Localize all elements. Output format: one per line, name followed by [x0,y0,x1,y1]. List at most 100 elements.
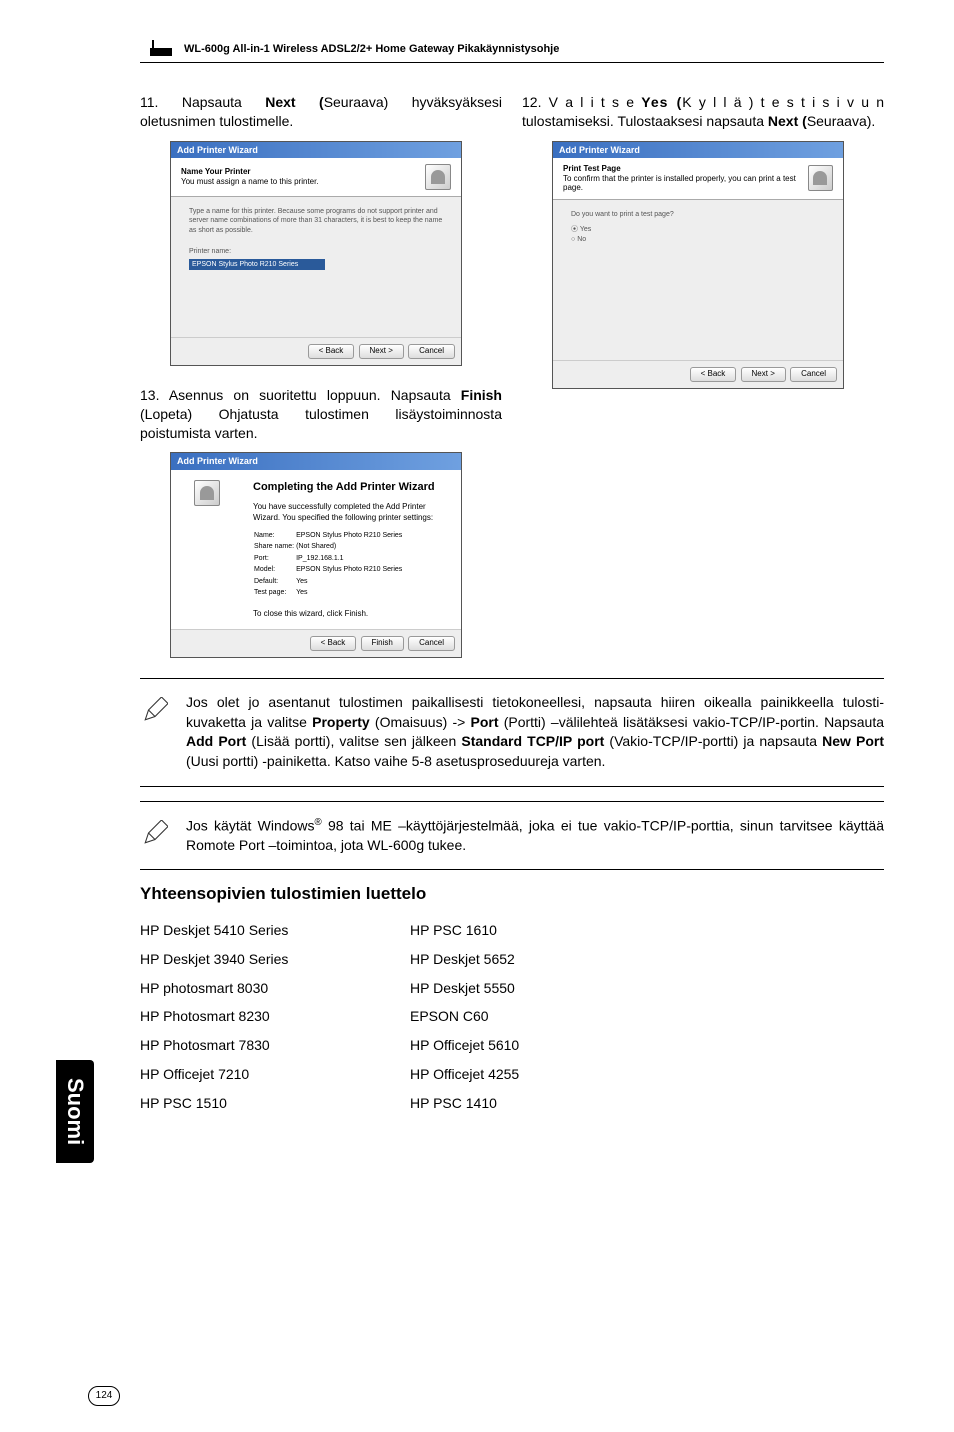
wizard-header-text: Name Your Printer You must assign a name… [181,167,319,186]
printer-name-input[interactable]: EPSON Stylus Photo R210 Series [189,259,325,270]
wizard-buttons: < Back Next > Cancel [171,337,461,365]
wizard-completion-body: Completing the Add Printer Wizard You ha… [171,470,461,630]
text: Name Your Printer [181,167,251,176]
wizard-buttons: < Back Next > Cancel [553,360,843,388]
value: EPSON Stylus Photo R210 Series [295,564,403,575]
cancel-button[interactable]: Cancel [790,367,837,382]
printer-icon [425,164,451,190]
text: You have successfully completed the Add … [253,502,451,524]
wizard-main-panel: Completing the Add Printer Wizard You ha… [243,470,461,630]
printer-item: EPSON C60 [410,1002,610,1031]
radio-yes[interactable]: Yes [580,226,591,233]
step-11: 11. Napsauta Next (Seuraava) hyväksyäkse… [140,93,502,131]
router-icon [140,40,176,58]
text: Do you want to print a test page? [571,210,825,219]
printer-item: HP PSC 1610 [410,916,610,945]
printer-item: HP Officejet 7210 [140,1060,340,1089]
label: Port: [253,553,295,564]
next-button[interactable]: Next > [359,344,404,359]
header-text: WL-600g All-in-1 Wireless ADSL2/2+ Home … [184,43,559,55]
wizard-header: Name Your Printer You must assign a name… [171,158,461,197]
printer-item: HP Deskjet 5652 [410,945,610,974]
steps-row: 11. Napsauta Next (Seuraava) hyväksyäkse… [140,93,884,678]
printer-item: HP Officejet 5610 [410,1031,610,1060]
printer-name-label: Printer name: [189,247,443,256]
back-button[interactable]: < Back [690,367,737,382]
language-tab: Suomi [56,1060,94,1163]
yes-label: Yes ( [641,94,682,110]
text: 13. Asennus on suoritettu loppuun. Napsa… [140,387,461,403]
text: Jos käytät Windows [186,817,314,833]
note-icon [140,693,170,771]
label: Name: [253,530,295,541]
wizard-header: Print Test Page To confirm that the prin… [553,158,843,200]
value: IP_192.168.1.1 [295,553,403,564]
printer-item: HP Photosmart 7830 [140,1031,340,1060]
text: (Vakio-TCP/IP-portti) ja napsauta [604,733,822,749]
next-label: Next ( [265,94,323,110]
value: EPSON Stylus Photo R210 Series [295,530,403,541]
printer-item: HP PSC 1410 [410,1089,610,1118]
printer-col-right: HP PSC 1610 HP Deskjet 5652 HP Deskjet 5… [410,916,610,1117]
next-button[interactable]: Next > [741,367,786,382]
text: (Omaisuus) -> [370,714,471,730]
wizard-side-panel [171,470,243,630]
printer-item: HP photosmart 8030 [140,974,340,1003]
registered-mark: ® [314,817,321,828]
note-block-2: Jos käytät Windows® 98 tai ME –käyttöjär… [140,801,884,871]
note-text: Jos käytät Windows® 98 tai ME –käyttöjär… [186,816,884,856]
page-number: 124 [88,1386,120,1406]
finish-label: Finish [461,387,502,403]
pencil-icon [142,820,168,846]
cancel-button[interactable]: Cancel [408,636,455,651]
printer-item: HP Deskjet 5550 [410,974,610,1003]
printer-item: HP PSC 1510 [140,1089,340,1118]
text: (Portti) –välilehteä lisätäksesi vakio-T… [499,714,885,730]
note-block-1: Jos olet jo asentanut tulostimen paikall… [140,678,884,786]
finish-button[interactable]: Finish [361,636,404,651]
note-text: Jos olet jo asentanut tulostimen paikall… [186,693,884,771]
printer-col-left: HP Deskjet 5410 Series HP Deskjet 3940 S… [140,916,340,1117]
value: (Not Shared) [295,541,403,552]
label: Share name: [253,541,295,552]
text: (Lisää portti), valitse sen jälkeen [246,733,461,749]
printer-item: HP Deskjet 3940 Series [140,945,340,974]
completion-title: Completing the Add Printer Wizard [253,480,451,495]
text: (Lopeta) Ohjatusta tulostimen lisäystoim… [140,406,502,441]
wizard-body: Type a name for this printer. Because so… [171,197,461,337]
label: Default: [253,576,295,587]
label: Test page: [253,587,295,598]
wizard-completion: Add Printer Wizard Completing the Add Pr… [170,452,462,658]
cancel-button[interactable]: Cancel [408,344,455,359]
bold: Port [471,714,499,730]
printer-item: HP Photosmart 8230 [140,1002,340,1031]
settings-table: Name:EPSON Stylus Photo R210 Series Shar… [253,530,403,599]
text: (Uusi portti) -painiketta. Katso vaihe 5… [186,753,605,769]
left-column: 11. Napsauta Next (Seuraava) hyväksyäkse… [140,93,502,678]
printer-icon [808,165,833,191]
page-header: WL-600g All-in-1 Wireless ADSL2/2+ Home … [140,40,884,63]
text: 12. V a l i t s e [522,94,641,110]
bold: Property [312,714,370,730]
back-button[interactable]: < Back [310,636,357,651]
page: WL-600g All-in-1 Wireless ADSL2/2+ Home … [0,0,954,1432]
value: Yes [295,587,403,598]
wizard-name-printer: Add Printer Wizard Name Your Printer You… [170,141,462,366]
wizard-body: Do you want to print a test page? ⦿ Yes … [553,200,843,360]
wizard-titlebar: Add Printer Wizard [553,142,843,158]
back-button[interactable]: < Back [308,344,355,359]
value: Yes [295,576,403,587]
next-label: Next ( [768,113,807,129]
radio-no-row: ○ No [571,235,825,244]
radio-yes-row: ⦿ Yes [571,225,825,234]
radio-no[interactable]: No [577,236,586,243]
printer-item: HP Deskjet 5410 Series [140,916,340,945]
pencil-icon [142,697,168,723]
wizard-buttons: < Back Finish Cancel [171,629,461,657]
label: Model: [253,564,295,575]
text: Seuraava). [807,113,875,129]
right-column: 12. V a l i t s e Yes (K y l l ä ) t e s… [522,93,884,678]
wizard-header-text: Print Test Page To confirm that the prin… [563,164,808,193]
wizard-test-page: Add Printer Wizard Print Test Page To co… [552,141,844,389]
bold: Standard TCP/IP port [461,733,604,749]
